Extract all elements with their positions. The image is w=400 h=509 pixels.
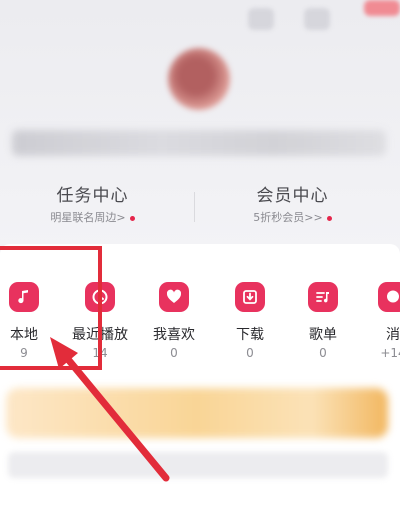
task-center-title: 任务中心 <box>56 186 129 206</box>
shortcut-label: 下载 <box>236 327 264 343</box>
red-dot-icon <box>129 215 135 221</box>
vip-center-card[interactable]: 会员中心 5折秒会员>> <box>200 181 385 225</box>
heart-icon <box>159 282 189 312</box>
shortcut-count: 0 <box>170 346 178 360</box>
shortcut-count: +14 <box>380 346 400 360</box>
notification-badge[interactable] <box>364 0 400 16</box>
shortcut-label: 我喜欢 <box>153 327 195 343</box>
shortcut-favorites[interactable]: 我喜欢 0 <box>139 282 209 360</box>
task-center-card[interactable]: 任务中心 明星联名周边> <box>0 181 185 225</box>
blurred-row <box>8 452 388 478</box>
settings-icon[interactable] <box>304 8 330 30</box>
shortcut-count: 0 <box>246 346 254 360</box>
download-icon <box>235 282 265 312</box>
avatar[interactable] <box>168 48 230 110</box>
shortcut-download[interactable]: 下载 0 <box>215 282 285 360</box>
playlist-icon <box>308 282 338 312</box>
shortcut-label: 歌单 <box>309 327 337 343</box>
shortcut-playlist[interactable]: 歌单 0 <box>288 282 358 360</box>
task-center-subtitle: 明星联名周边> <box>0 209 185 225</box>
annotation-highlight-box <box>0 246 102 370</box>
message-icon <box>378 282 400 312</box>
shortcut-messages[interactable]: 消 +14 <box>358 282 400 360</box>
vip-center-title: 会员中心 <box>256 186 329 206</box>
shortcut-label: 消 <box>386 327 400 343</box>
task-center-subtitle-text: 明星联名周边> <box>50 211 126 224</box>
shortcut-count: 0 <box>319 346 327 360</box>
scan-icon[interactable] <box>248 8 274 30</box>
divider <box>194 192 195 222</box>
promo-banner[interactable] <box>6 388 388 438</box>
red-dot-icon <box>326 215 332 221</box>
vip-center-subtitle-text: 5折秒会员>> <box>253 211 323 224</box>
blurred-username <box>12 130 386 156</box>
vip-center-subtitle: 5折秒会员>> <box>200 209 385 225</box>
